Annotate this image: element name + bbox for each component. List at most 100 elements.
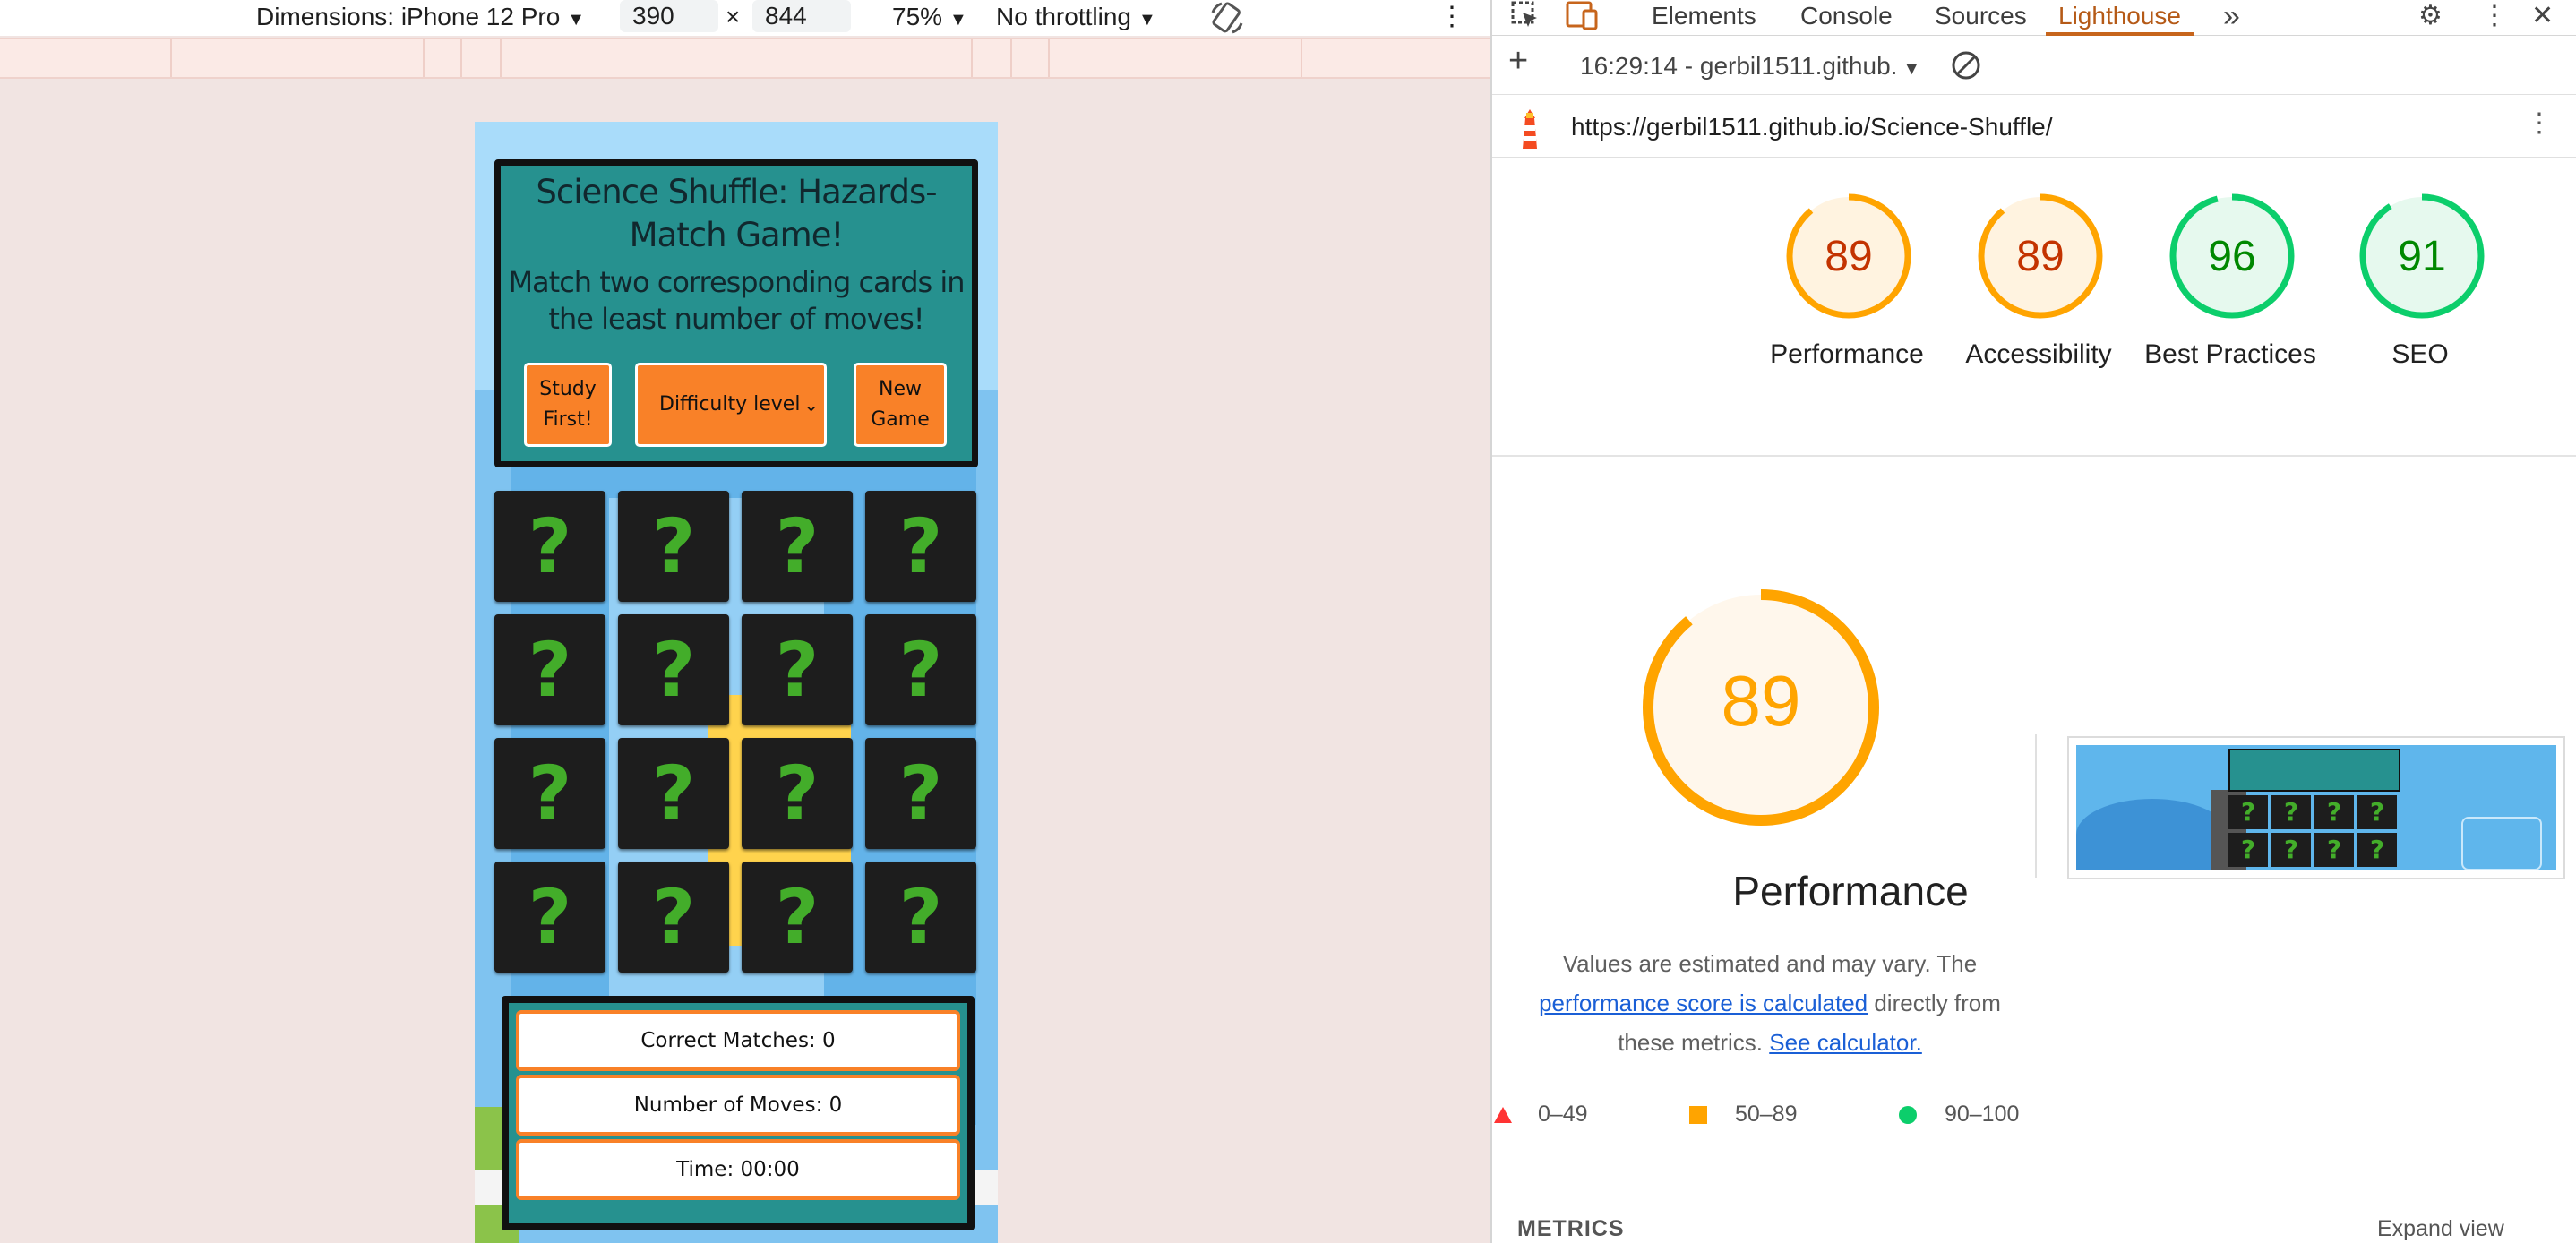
timer: Time: 00:00: [516, 1139, 960, 1200]
score-legend: 0–49 50–89 90–100: [1492, 1096, 2119, 1132]
performance-big-gauge: 89: [1636, 582, 1886, 833]
stats-panel: Correct Matches: 0 Number of Moves: 0 Ti…: [502, 996, 975, 1230]
dimensions-dropdown[interactable]: Dimensions: iPhone 12 Pro ▼: [256, 0, 585, 36]
devtools-panel: Elements Console Sources Lighthouse » ⚙ …: [1490, 0, 2576, 1243]
report-select[interactable]: 16:29:14 - gerbil1511.github. ▼: [1580, 50, 1920, 86]
gauge-accessibility[interactable]: 89: [1976, 192, 2105, 321]
memory-card[interactable]: ?: [742, 738, 853, 849]
divider: [1492, 455, 2576, 457]
gauge-score: 89: [2016, 233, 2064, 280]
thumbnail-card: ?: [2271, 833, 2311, 867]
ruler-tick: [1301, 39, 1302, 77]
zoom-label: 75%: [892, 3, 943, 30]
times-sign: ×: [726, 3, 741, 30]
description-text: Values are estimated and may vary. The: [1562, 950, 1978, 977]
throttling-label: No throttling: [996, 3, 1131, 30]
devtools-tabbar: Elements Console Sources Lighthouse » ⚙ …: [1492, 0, 2576, 36]
performance-title: Performance: [1732, 868, 1969, 914]
thumbnail-image: ????????: [2076, 745, 2556, 870]
memory-card[interactable]: ?: [494, 738, 605, 849]
memory-card[interactable]: ?: [618, 738, 729, 849]
memory-card[interactable]: ?: [494, 862, 605, 973]
square-icon: [1689, 1106, 1707, 1125]
caret-down-icon: ▼: [567, 10, 586, 30]
tab-console[interactable]: Console: [1800, 0, 1893, 36]
new-game-button[interactable]: New Game: [854, 363, 947, 447]
thumbnail-shape: [2461, 817, 2542, 870]
report-select-label: 16:29:14 - gerbil1511.github.: [1580, 52, 1898, 80]
gauge-score: 96: [2208, 233, 2255, 280]
gauge-best-practices[interactable]: 96: [2168, 192, 2297, 321]
memory-card[interactable]: ?: [742, 862, 853, 973]
media-query-ruler: [0, 38, 1490, 79]
ruler-tick: [1048, 39, 1050, 77]
gauge-label-accessibility: Accessibility: [1965, 339, 2112, 369]
game-subtitle: Match two corresponding cards in the lea…: [508, 265, 965, 336]
caret-down-icon: ▼: [1138, 10, 1156, 30]
memory-card[interactable]: ?: [865, 614, 976, 725]
expand-view-toggle[interactable]: Expand view: [2377, 1216, 2504, 1242]
rotate-icon[interactable]: [1209, 0, 1245, 36]
tab-sources[interactable]: Sources: [1935, 0, 2027, 36]
lighthouse-logo-icon: [1514, 106, 1546, 157]
tab-elements[interactable]: Elements: [1652, 0, 1756, 36]
clear-icon[interactable]: [1951, 50, 1981, 86]
gear-icon[interactable]: ⚙: [2418, 0, 2443, 36]
legend-average-label: 50–89: [1734, 1102, 1798, 1127]
moves-counter: Number of Moves: 0: [516, 1075, 960, 1136]
circle-icon: [1899, 1106, 1917, 1125]
thumbnail-card: ?: [2357, 795, 2397, 829]
device-emulation-pane: Dimensions: iPhone 12 Pro ▼ 390 × 844 75%…: [0, 0, 1490, 1243]
legend-average: 50–89: [1689, 1096, 1797, 1132]
study-first-button[interactable]: Study First!: [524, 363, 612, 447]
more-options-icon[interactable]: ⋮: [2481, 0, 2508, 36]
tab-lighthouse[interactable]: Lighthouse: [2046, 0, 2194, 36]
close-icon[interactable]: ✕: [2531, 0, 2554, 36]
more-options-icon[interactable]: ⋮: [2526, 107, 2553, 139]
inspect-element-icon[interactable]: [1510, 0, 1541, 36]
memory-card[interactable]: ?: [618, 862, 729, 973]
memory-card[interactable]: ?: [865, 491, 976, 602]
height-input[interactable]: 844: [752, 0, 851, 32]
thumbnail-shape: [2076, 799, 2228, 870]
gauge-label-best-practices: Best Practices: [2144, 339, 2316, 369]
page-title: Science Shuffle: Hazards-Match Game!: [536, 173, 937, 254]
legend-pass-label: 90–100: [1944, 1102, 2020, 1127]
metrics-row: METRICS Expand view: [1492, 1205, 2576, 1243]
more-tabs-icon[interactable]: »: [2223, 0, 2240, 36]
score-calculated-link[interactable]: performance score is calculated: [1539, 990, 1868, 1016]
more-options-icon[interactable]: ⋮: [1438, 0, 1465, 36]
plus-icon[interactable]: +: [1508, 44, 1528, 81]
zoom-dropdown[interactable]: 75% ▼: [892, 0, 967, 36]
difficulty-select-label: Difficulty level: [659, 393, 801, 416]
gauge-seo[interactable]: 91: [2357, 192, 2486, 321]
gauge-score: 91: [2398, 233, 2445, 280]
memory-card[interactable]: ?: [494, 614, 605, 725]
memory-card[interactable]: ?: [618, 614, 729, 725]
gauge-performance[interactable]: 89: [1784, 192, 1913, 321]
device-toolbar: Dimensions: iPhone 12 Pro ▼ 390 × 844 75%…: [0, 0, 1490, 36]
ruler-tick: [423, 39, 425, 77]
difficulty-select[interactable]: Difficulty level ⌄: [635, 363, 827, 447]
memory-card[interactable]: ?: [494, 491, 605, 602]
memory-card[interactable]: ?: [742, 614, 853, 725]
game-header: Science Shuffle: Hazards-Match Game! Mat…: [494, 159, 978, 467]
memory-card[interactable]: ?: [865, 862, 976, 973]
memory-card[interactable]: ?: [742, 491, 853, 602]
final-screenshot-thumbnail[interactable]: ????????: [2067, 736, 2565, 879]
thumbnail-card: ?: [2271, 795, 2311, 829]
metrics-heading: METRICS: [1517, 1216, 1625, 1241]
ruler-tick: [500, 39, 502, 77]
ruler-tick: [170, 39, 172, 77]
thumbnail-header: [2228, 749, 2400, 792]
memory-card[interactable]: ?: [618, 491, 729, 602]
width-input[interactable]: 390: [620, 0, 718, 32]
phone-viewport: Science Shuffle: Hazards-Match Game! Mat…: [475, 122, 998, 1243]
throttling-dropdown[interactable]: No throttling ▼: [996, 0, 1156, 36]
memory-card[interactable]: ?: [865, 738, 976, 849]
device-toolbar-icon[interactable]: [1564, 0, 1600, 36]
legend-pass: 90–100: [1899, 1096, 2019, 1132]
caret-down-icon: ▼: [1902, 59, 1921, 79]
legend-fail: 0–49: [1492, 1096, 1588, 1132]
see-calculator-link[interactable]: See calculator.: [1769, 1029, 1922, 1056]
